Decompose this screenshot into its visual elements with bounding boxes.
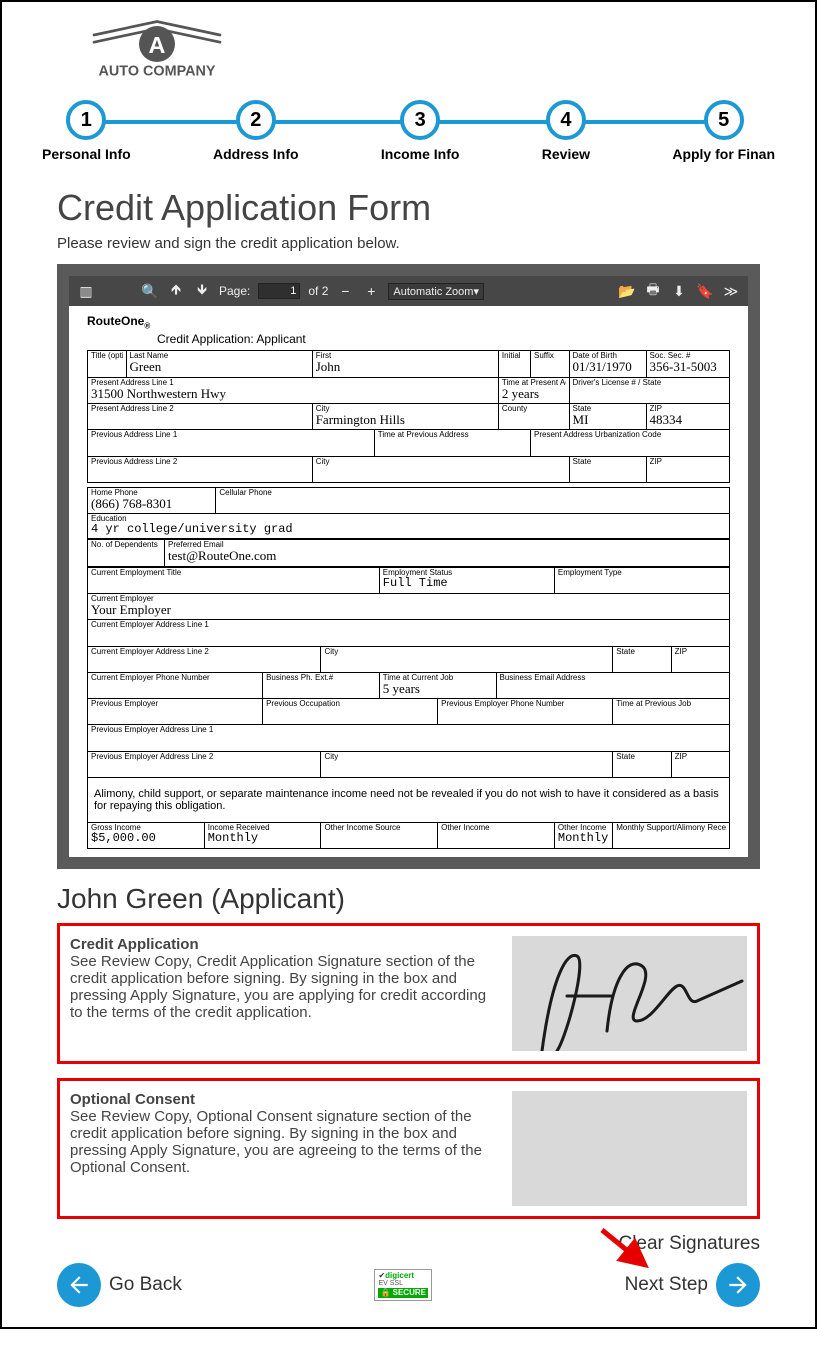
step-address-info: 2 Address Info: [213, 100, 299, 162]
applicant-name: John Green (Applicant): [57, 883, 760, 915]
secure-badge: ✔digicert EV SSL 🔒 SECURE: [374, 1269, 432, 1301]
signature-block-credit-application: Credit Application See Review Copy, Cred…: [57, 923, 760, 1064]
sidebar-toggle-icon[interactable]: ▥: [77, 283, 95, 300]
tools-icon[interactable]: ≫: [722, 283, 740, 300]
dependents-grid: No. of Dependents Preferred Emailtest@Ro…: [87, 539, 730, 566]
sig-body: See Review Copy, Optional Consent signat…: [70, 1108, 482, 1176]
employment-grid: Current Employment Title Employment Stat…: [87, 567, 730, 850]
page-down-icon[interactable]: 🡻: [193, 279, 211, 303]
doc-brand: RouteOne: [87, 314, 144, 328]
page-title: Credit Application Form: [57, 187, 760, 229]
download-icon[interactable]: ⬇: [670, 283, 688, 300]
page-total: of 2: [308, 284, 328, 298]
signature-pad-credit[interactable]: [512, 936, 747, 1051]
print-icon[interactable]: 🖶: [644, 279, 662, 303]
bottom-nav: Go Back ✔digicert EV SSL 🔒 SECURE Next S…: [12, 1263, 805, 1307]
page-label: Page:: [219, 284, 250, 298]
go-back-button[interactable]: Go Back: [57, 1263, 182, 1307]
step-review: 4 Review: [542, 100, 590, 162]
step-income-info: 3 Income Info: [381, 100, 460, 162]
open-file-icon[interactable]: 📂: [618, 283, 636, 300]
step-apply-financing: 5 Apply for Finan: [672, 100, 775, 162]
sig-title: Credit Application: [70, 936, 502, 953]
pdf-toolbar: ▥ 🔍 🡹 🡻 Page: of 2 − + Automatic Zoom▾ 📂…: [69, 276, 748, 306]
arrow-left-icon: [57, 1263, 101, 1307]
page-up-icon[interactable]: 🡹: [167, 279, 185, 303]
zoom-in-icon[interactable]: +: [362, 283, 380, 299]
svg-text:A: A: [149, 32, 166, 58]
sig-title: Optional Consent: [70, 1091, 502, 1108]
sig-body: See Review Copy, Credit Application Sign…: [70, 953, 486, 1021]
signature-block-optional-consent: Optional Consent See Review Copy, Option…: [57, 1078, 760, 1219]
phones-grid: Home Phone(866) 768-8301 Cellular Phone …: [87, 487, 730, 539]
page-subtitle: Please review and sign the credit applic…: [57, 235, 760, 252]
zoom-out-icon[interactable]: −: [336, 283, 354, 299]
bookmark-icon[interactable]: 🔖: [696, 283, 714, 300]
company-logo: A AUTO COMPANY: [67, 17, 805, 85]
zoom-select[interactable]: Automatic Zoom▾: [388, 283, 484, 300]
pdf-page-content: RouteOne® Credit Application: Applicant …: [69, 306, 748, 857]
signature-pad-consent[interactable]: [512, 1091, 747, 1206]
next-step-button[interactable]: Next Step: [625, 1263, 760, 1307]
svg-text:AUTO COMPANY: AUTO COMPANY: [99, 64, 216, 80]
page-number-input[interactable]: [258, 283, 300, 299]
arrow-right-icon: [716, 1263, 760, 1307]
search-icon[interactable]: 🔍: [141, 283, 159, 300]
annotation-arrow-icon: [597, 1225, 657, 1275]
application-form-grid: Title (optional) Last NameGreen FirstJoh…: [87, 350, 730, 482]
step-personal-info: 1 Personal Info: [42, 100, 131, 162]
doc-heading: Credit Application: Applicant: [157, 332, 730, 346]
progress-stepper: 1 Personal Info 2 Address Info 3 Income …: [42, 100, 775, 162]
pdf-viewer: ▥ 🔍 🡹 🡻 Page: of 2 − + Automatic Zoom▾ 📂…: [57, 264, 760, 869]
